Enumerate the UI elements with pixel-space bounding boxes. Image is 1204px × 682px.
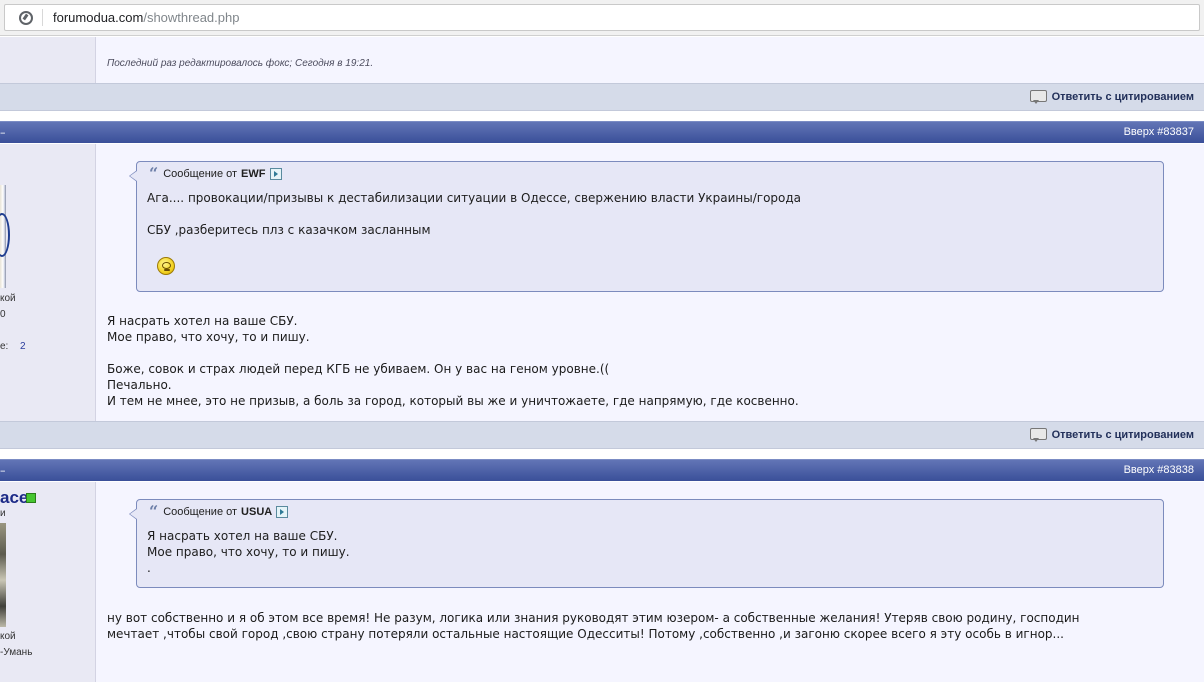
post-message-line: Боже, совок и страх людей перед КГБ не у… [107, 362, 610, 376]
post-message-line: ну вот собственно и я об этом все время!… [107, 611, 1080, 625]
avatar[interactable] [0, 185, 10, 288]
online-status-icon [26, 493, 36, 503]
quote-line: Я насрать хотел на ваше СБУ. [147, 529, 338, 543]
user-location: кой [0, 631, 16, 642]
post-message-line: Мое право, что хочу, то и пишу. [107, 330, 310, 344]
post-previous-userinfo [0, 37, 96, 83]
quote-line: СБУ ,разберитесь плз с казачком засланны… [147, 223, 431, 237]
quote-box: “ Сообщение от EWF Ага.... провокации/пр… [129, 161, 1164, 292]
user-stat-label: е: [0, 341, 9, 352]
user-stat-link[interactable]: 2 [20, 341, 26, 352]
quote-line: Мое право, что хочу, то и пишу. [147, 545, 350, 559]
avatar[interactable] [0, 523, 6, 627]
view-post-icon[interactable] [269, 168, 282, 180]
quote-author[interactable]: EWF [241, 168, 265, 180]
quote-line: Ага.... провокации/призывы к дестабилиза… [147, 191, 802, 205]
smiley-icon [157, 257, 175, 275]
quote-header: “ Сообщение от EWF [149, 164, 282, 183]
post-header-left-mark: – [0, 464, 6, 477]
browser-address-bar: forumodua.com/showthread.php [0, 0, 1204, 36]
url-separator [42, 9, 43, 26]
view-post-icon[interactable] [276, 506, 289, 518]
post-previous-action-bar: Ответить с цитированием [0, 83, 1204, 111]
edit-note: Последний раз редактировалось фокс; Сего… [107, 58, 374, 69]
post-83838-permalink[interactable]: Вверх #83838 [1124, 464, 1194, 476]
quote-author[interactable]: USUA [241, 506, 272, 518]
quote-icon: “ [149, 502, 159, 521]
reply-with-quote-button[interactable]: Ответить с цитированием [1029, 90, 1194, 104]
post-83837-action-bar: Ответить с цитированием [0, 421, 1204, 449]
url-domain: forumodua.com [53, 10, 144, 25]
reply-with-quote-label: Ответить с цитированием [1051, 429, 1194, 441]
post-message-line: Печально. [107, 378, 172, 392]
username-link[interactable]: ace [0, 488, 28, 508]
reply-with-quote-button[interactable]: Ответить с цитированием [1029, 428, 1194, 442]
url-field[interactable]: forumodua.com/showthread.php [4, 4, 1200, 31]
quote-label: Сообщение от [163, 506, 238, 518]
quote-header: “ Сообщение от USUA [149, 502, 289, 521]
reply-quote-icon [1029, 90, 1047, 104]
post-header-left-mark: – [0, 126, 6, 139]
quote-label: Сообщение от [163, 168, 238, 180]
user-title: и [0, 508, 6, 519]
quote-box: “ Сообщение от USUA Я насрать хотел на в… [129, 499, 1164, 588]
post-83837-header: – Вверх #83837 [0, 121, 1204, 143]
reply-with-quote-label: Ответить с цитированием [1051, 91, 1194, 103]
post-83838-header: – Вверх #83838 [0, 459, 1204, 481]
quote-icon: “ [149, 164, 159, 183]
user-stat: 0 [0, 309, 6, 320]
post-message-line: мечтает ,чтобы свой город ,свою страну п… [107, 627, 1064, 641]
user-location-2: -Умань [0, 647, 33, 658]
user-location: кой [0, 293, 16, 304]
url-path: /showthread.php [143, 10, 240, 25]
post-message-line: И тем не мнее, это не призыв, а боль за … [107, 394, 799, 408]
site-info-icon[interactable] [19, 11, 33, 25]
reply-quote-icon [1029, 428, 1047, 442]
post-message-line: Я насрать хотел на ваше СБУ. [107, 314, 298, 328]
post-83837-permalink[interactable]: Вверх #83837 [1124, 126, 1194, 138]
post-83837-userinfo [0, 144, 96, 422]
url-text[interactable]: forumodua.com/showthread.php [53, 10, 239, 25]
quote-line: . [147, 561, 151, 575]
